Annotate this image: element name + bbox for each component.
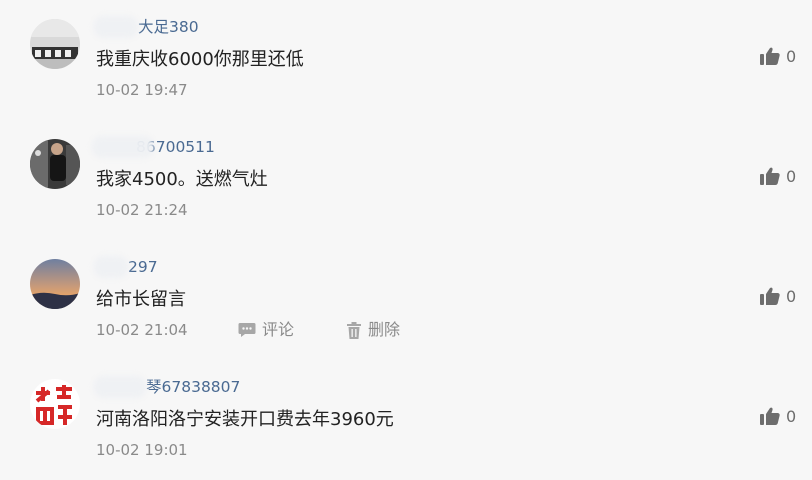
comment-username[interactable]: 大足380 bbox=[94, 16, 199, 38]
comment-reply-label: 评论 bbox=[262, 320, 295, 339]
like-count: 0 bbox=[786, 286, 797, 306]
comment-text: 我家4500。送燃气灶 bbox=[96, 169, 268, 190]
comment-reply-button[interactable]: 评论 bbox=[238, 320, 294, 340]
trash-icon bbox=[347, 321, 361, 339]
thumbs-up-icon bbox=[760, 407, 780, 425]
comment-item: 琴67838807 河南洛阳洛宁安装开口费去年3960元 10-02 19:01… bbox=[0, 360, 812, 480]
comment-username[interactable]: 86700511 bbox=[92, 136, 215, 158]
comment-time: 10-02 21:24 bbox=[96, 201, 188, 219]
avatar[interactable] bbox=[30, 139, 80, 189]
comment-time: 10-02 19:01 bbox=[96, 441, 188, 459]
like-button[interactable]: 0 bbox=[760, 44, 796, 68]
like-count: 0 bbox=[786, 166, 797, 186]
comment-text: 我重庆收6000你那里还低 bbox=[96, 49, 304, 70]
comment-item: 297 给市长留言 10-02 21:04 评论 删除 0 bbox=[0, 240, 812, 360]
comment-time: 10-02 21:04 bbox=[96, 321, 188, 339]
avatar[interactable] bbox=[30, 259, 80, 309]
like-count: 0 bbox=[786, 46, 797, 66]
comment-text: 河南洛阳洛宁安装开口费去年3960元 bbox=[96, 409, 394, 430]
thumbs-up-icon bbox=[760, 167, 780, 185]
thumbs-up-icon bbox=[760, 287, 780, 305]
like-button[interactable]: 0 bbox=[760, 164, 796, 188]
like-count: 0 bbox=[786, 406, 797, 426]
comment-item: 大足380 我重庆收6000你那里还低 10-02 19:47 0 bbox=[0, 0, 812, 120]
thumbs-up-icon bbox=[760, 47, 780, 65]
like-button[interactable]: 0 bbox=[760, 284, 796, 308]
comment-text: 给市长留言 bbox=[96, 289, 186, 310]
delete-button[interactable]: 删除 bbox=[346, 320, 400, 340]
comment-item: 86700511 我家4500。送燃气灶 10-02 21:24 0 bbox=[0, 120, 812, 240]
comment-username[interactable]: 琴67838807 bbox=[94, 376, 240, 398]
delete-label: 删除 bbox=[368, 320, 401, 339]
avatar[interactable] bbox=[30, 379, 80, 429]
like-button[interactable]: 0 bbox=[760, 404, 796, 428]
comment-icon bbox=[238, 323, 256, 337]
comment-list: 大足380 我重庆收6000你那里还低 10-02 19:47 0 867005… bbox=[0, 0, 812, 468]
comment-username[interactable]: 297 bbox=[94, 256, 158, 278]
comment-time: 10-02 19:47 bbox=[96, 81, 188, 99]
avatar[interactable] bbox=[30, 19, 80, 69]
